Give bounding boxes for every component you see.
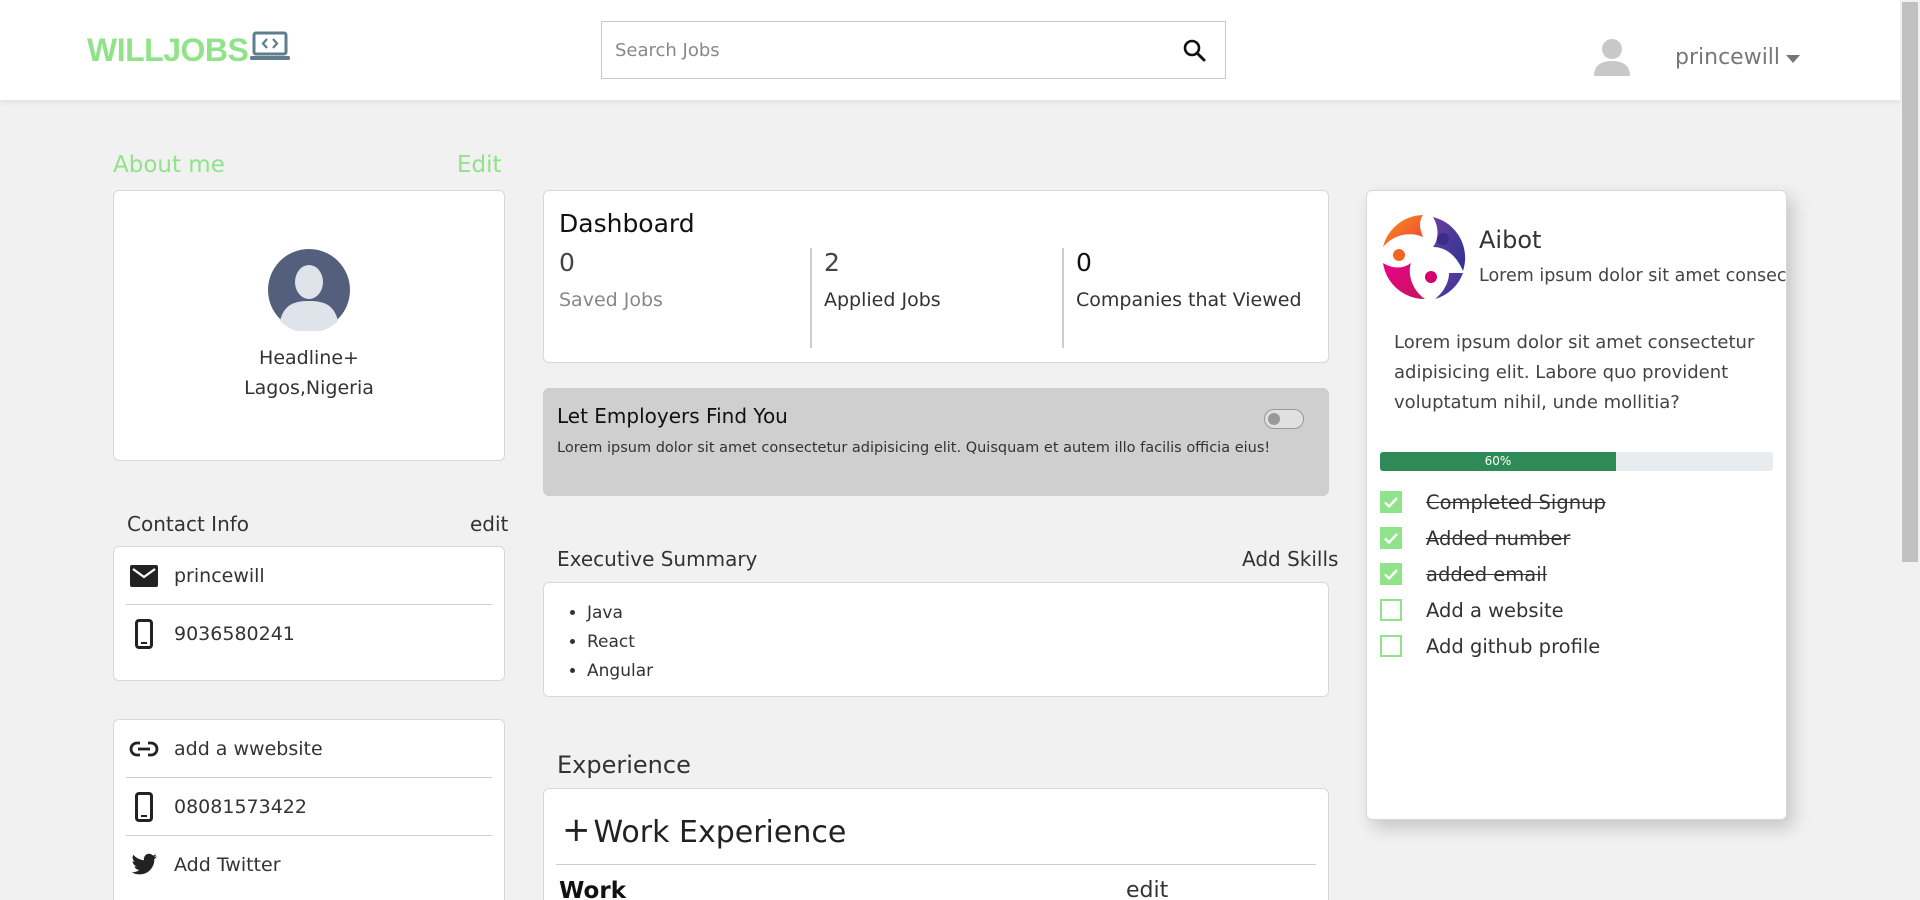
- let-employers-find-you-card: Let Employers Find You Lorem ipsum dolor…: [543, 388, 1329, 496]
- logo-text: WILLJOBS: [87, 32, 249, 68]
- contact-email-text: princewill: [174, 564, 265, 587]
- alt-phone-text: 08081573422: [174, 795, 307, 818]
- checklist-item[interactable]: Completed Signup: [1380, 484, 1606, 520]
- scrollbar-thumb[interactable]: [1902, 2, 1918, 562]
- executive-summary-title: Executive Summary: [557, 547, 758, 571]
- add-work-experience-label: Work Experience: [593, 814, 847, 850]
- username-label: princewill: [1675, 45, 1781, 70]
- contact-card: princewill 9036580241: [113, 546, 505, 681]
- about-edit-link[interactable]: Edit: [457, 152, 502, 178]
- alt-phone-row[interactable]: 08081573422: [126, 778, 492, 836]
- website-text: add a wwebsite: [174, 737, 323, 760]
- progress-fill: 60%: [1380, 452, 1616, 471]
- top-navbar: WILLJOBS princewill: [0, 0, 1900, 100]
- contact-phone-text: 9036580241: [174, 623, 295, 645]
- email-icon: [126, 564, 161, 587]
- search-bar: [601, 21, 1226, 79]
- stat-label: Companies that Viewed: [1076, 289, 1302, 311]
- profile-avatar-icon: [268, 249, 350, 331]
- checkbox-unchecked-icon[interactable]: [1380, 599, 1402, 621]
- work-label: Work: [559, 878, 626, 900]
- search-input[interactable]: [602, 22, 1163, 78]
- contact-info-title: Contact Info: [127, 512, 250, 536]
- scrollbar[interactable]: [1900, 0, 1920, 900]
- logo[interactable]: WILLJOBS: [87, 31, 291, 69]
- about-me-title: About me: [113, 152, 225, 178]
- caret-down-icon: [1786, 54, 1801, 63]
- aibot-subtitle: Lorem ipsum dolor sit amet consec: [1479, 266, 1787, 286]
- skill-item: Angular: [587, 657, 1328, 686]
- stat-divider: [810, 248, 812, 348]
- search-button[interactable]: [1163, 22, 1225, 78]
- stat-label: Saved Jobs: [559, 289, 663, 311]
- profile-progress-bar: 60%: [1380, 452, 1773, 471]
- checklist-item[interactable]: added email: [1380, 556, 1606, 592]
- contact-phone-row[interactable]: 9036580241: [126, 605, 492, 663]
- aibot-name: Aibot: [1479, 226, 1542, 254]
- checkbox-checked-icon[interactable]: [1380, 491, 1402, 513]
- dashboard-title: Dashboard: [559, 209, 695, 238]
- checklist-item[interactable]: Added number: [1380, 520, 1606, 556]
- checklist-label: Added number: [1426, 526, 1571, 550]
- aibot-logo-icon: [1383, 215, 1466, 300]
- website-row[interactable]: add a wwebsite: [126, 720, 492, 778]
- checklist-label: Add github profile: [1426, 634, 1601, 658]
- checkbox-checked-icon[interactable]: [1380, 527, 1402, 549]
- experience-card: + Work Experience Work edit: [543, 788, 1329, 900]
- stat-value: 0: [559, 248, 575, 277]
- employer-title: Let Employers Find You: [557, 404, 788, 428]
- skill-item: Java: [587, 599, 1328, 628]
- contact-email-row[interactable]: princewill: [126, 547, 492, 605]
- stat-divider: [1062, 248, 1064, 348]
- twitter-row[interactable]: Add Twitter: [126, 836, 492, 894]
- checkbox-unchecked-icon[interactable]: [1380, 635, 1402, 657]
- stat-companies-viewed[interactable]: 0 Companies that Viewed: [1076, 246, 1302, 346]
- user-avatar-icon[interactable]: [1592, 38, 1632, 80]
- link-icon: [126, 740, 161, 758]
- laptop-code-icon: [250, 31, 291, 67]
- checklist-label: Add a website: [1426, 598, 1564, 622]
- stat-saved-jobs[interactable]: 0 Saved Jobs: [559, 246, 663, 346]
- skills-list: Java React Angular: [587, 599, 1328, 686]
- dashboard-card: Dashboard 0 Saved Jobs 2 Applied Jobs 0 …: [543, 190, 1329, 363]
- checklist-label: added email: [1426, 562, 1548, 586]
- user-menu-dropdown[interactable]: princewill: [1675, 45, 1801, 70]
- stat-value: 2: [824, 248, 840, 277]
- checklist-item[interactable]: Add a website: [1380, 592, 1606, 628]
- employer-description: Lorem ipsum dolor sit amet consectetur a…: [557, 440, 1271, 456]
- stat-value: 0: [1076, 248, 1092, 277]
- work-edit-link[interactable]: edit: [1126, 878, 1168, 900]
- divider: [556, 864, 1316, 865]
- links-card: add a wwebsite 08081573422 Add Twitter: [113, 719, 505, 900]
- phone-icon: [126, 619, 161, 649]
- toggle-knob: [1268, 413, 1280, 425]
- search-icon: [1183, 39, 1206, 62]
- aibot-card: Aibot Lorem ipsum dolor sit amet consec …: [1366, 190, 1787, 820]
- twitter-text: Add Twitter: [174, 854, 281, 876]
- checkbox-checked-icon[interactable]: [1380, 563, 1402, 585]
- skills-card: Java React Angular: [543, 582, 1329, 697]
- stat-label: Applied Jobs: [824, 289, 941, 311]
- stat-applied-jobs[interactable]: 2 Applied Jobs: [824, 246, 941, 346]
- checklist-item[interactable]: Add github profile: [1380, 628, 1606, 664]
- profile-card: Headline+ Lagos,Nigeria: [113, 190, 505, 461]
- checklist-label: Completed Signup: [1426, 490, 1606, 514]
- plus-icon: +: [562, 810, 591, 850]
- add-skills-link[interactable]: Add Skills: [1242, 547, 1338, 571]
- phone-icon: [126, 791, 161, 822]
- twitter-icon: [126, 853, 161, 877]
- profile-location: Lagos,Nigeria: [244, 377, 374, 399]
- contact-edit-link[interactable]: edit: [470, 512, 508, 536]
- skill-item: React: [587, 628, 1328, 657]
- experience-title: Experience: [557, 751, 691, 779]
- employer-visibility-toggle[interactable]: [1264, 409, 1304, 429]
- profile-headline: Headline+: [259, 347, 359, 369]
- add-work-experience-button[interactable]: + Work Experience: [562, 810, 847, 850]
- aibot-description: Lorem ipsum dolor sit amet consectetur a…: [1394, 332, 1755, 413]
- profile-checklist: Completed Signup Added number added emai…: [1380, 484, 1606, 664]
